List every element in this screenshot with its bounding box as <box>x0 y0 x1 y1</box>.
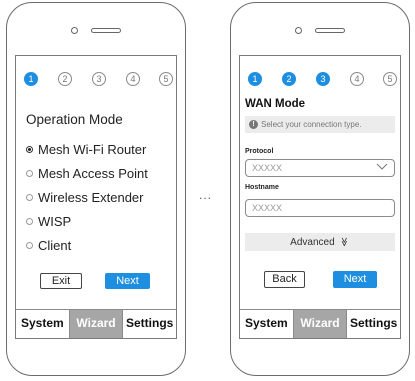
step-5: 5 <box>159 72 173 86</box>
step-2: 2 <box>282 72 296 86</box>
next-button[interactable]: Next <box>333 271 377 288</box>
protocol-select[interactable]: XXXXX <box>245 159 395 177</box>
hint-text: Select your connection type. <box>261 120 362 129</box>
next-button[interactable]: Next <box>105 273 150 289</box>
info-hint: ! Select your connection type. <box>245 116 395 133</box>
camera-icon <box>71 27 78 34</box>
step-2: 2 <box>58 72 72 86</box>
option-wireless-extender[interactable]: Wireless Extender <box>26 190 143 205</box>
hostname-label: Hostname <box>245 184 279 191</box>
hostname-input[interactable]: XXXXX <box>245 199 395 217</box>
advanced-label: Advanced <box>290 237 335 248</box>
option-wisp[interactable]: WISP <box>26 214 71 229</box>
double-chevron-down-icon: ≫ <box>340 237 351 247</box>
tab-wizard[interactable]: Wizard <box>292 310 348 338</box>
radio-icon[interactable] <box>26 194 33 201</box>
chevron-down-icon <box>376 163 388 170</box>
protocol-value: XXXXX <box>252 163 283 173</box>
ellipsis-separator: ... <box>199 188 213 202</box>
option-label: WISP <box>38 214 72 229</box>
step-indicator: 1 2 3 4 5 <box>240 72 400 88</box>
step-1: 1 <box>24 72 38 86</box>
bottom-tab-bar: System Wizard Settings <box>16 309 176 338</box>
step-4: 4 <box>126 72 140 86</box>
step-5: 5 <box>383 72 397 86</box>
step-4: 4 <box>350 72 364 86</box>
tab-settings[interactable]: Settings <box>123 310 176 338</box>
exit-button[interactable]: Exit <box>40 273 82 289</box>
right-screen: 1 2 3 4 5 WAN Mode ! Select your connecti… <box>239 55 401 339</box>
left-phone: 1 2 3 4 5 Operation Mode Mesh Wi-Fi Rout… <box>6 2 186 376</box>
camera-icon <box>295 27 302 34</box>
radio-icon[interactable] <box>26 218 33 225</box>
step-indicator: 1 2 3 4 5 <box>16 72 176 88</box>
back-button[interactable]: Back <box>264 271 305 288</box>
tab-system[interactable]: System <box>16 310 69 338</box>
hostname-value: XXXXX <box>252 203 283 213</box>
right-phone: 1 2 3 4 5 WAN Mode ! Select your connecti… <box>230 2 410 376</box>
option-mesh-access-point[interactable]: Mesh Access Point <box>26 166 148 181</box>
info-icon: ! <box>249 120 258 129</box>
option-label: Mesh Access Point <box>38 166 148 181</box>
speaker-icon <box>315 28 345 33</box>
tab-system[interactable]: System <box>240 310 293 338</box>
option-label: Mesh Wi-Fi Router <box>38 142 147 157</box>
option-mesh-wifi-router[interactable]: Mesh Wi-Fi Router <box>26 142 146 157</box>
tab-wizard[interactable]: Wizard <box>68 310 124 338</box>
page-title: WAN Mode <box>245 98 306 110</box>
radio-icon[interactable] <box>26 170 33 177</box>
step-1: 1 <box>248 72 262 86</box>
step-3: 3 <box>316 72 330 86</box>
left-screen: 1 2 3 4 5 Operation Mode Mesh Wi-Fi Rout… <box>15 55 177 339</box>
radio-icon[interactable] <box>26 242 33 249</box>
page-title: Operation Mode <box>26 112 123 127</box>
option-label: Client <box>38 238 72 253</box>
speaker-icon <box>91 28 121 33</box>
option-client[interactable]: Client <box>26 238 71 253</box>
option-label: Wireless Extender <box>38 190 144 205</box>
advanced-button[interactable]: Advanced ≫ <box>245 233 395 251</box>
radio-selected-icon[interactable] <box>26 146 33 153</box>
tab-settings[interactable]: Settings <box>347 310 400 338</box>
step-3: 3 <box>92 72 106 86</box>
bottom-tab-bar: System Wizard Settings <box>240 309 400 338</box>
protocol-label: Protocol <box>245 148 274 155</box>
